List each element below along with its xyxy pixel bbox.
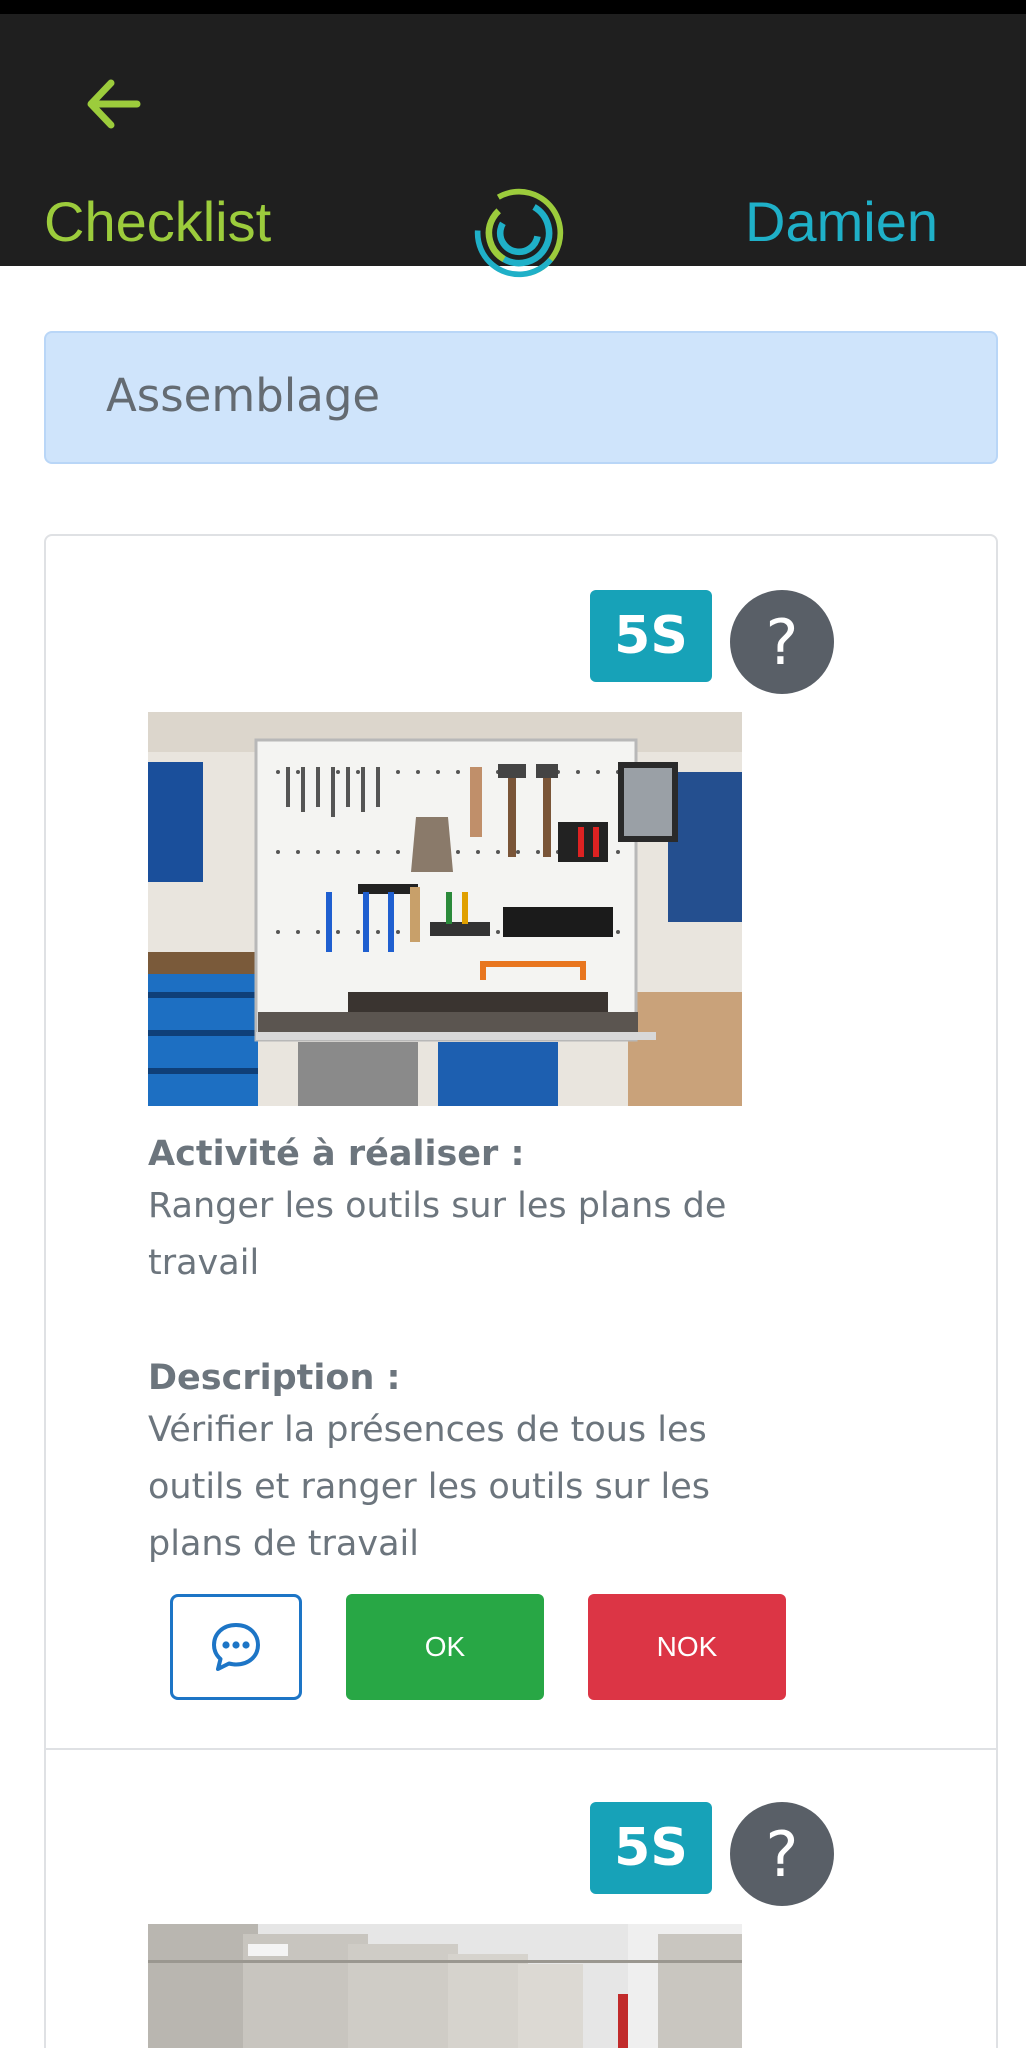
comment-button[interactable] — [170, 1594, 302, 1700]
category-badge: 5S — [590, 590, 712, 682]
description-label: Description : — [148, 1358, 401, 1398]
app-header: Checklist Damien — [0, 14, 1026, 278]
status-bar — [0, 0, 1026, 14]
section-header: Assemblage — [44, 331, 998, 464]
checklist-card: 5S ? Activité à réaliser: Ranger les ou… — [44, 534, 998, 2048]
page-title: Checklist — [44, 190, 272, 253]
activity-text: Ranger les outils sur les plans de trava… — [148, 1186, 727, 1283]
task-photo[interactable] — [148, 712, 742, 1106]
user-name[interactable]: Damien — [745, 189, 938, 254]
arrow-left-icon — [87, 79, 141, 129]
category-badge: 5S — [590, 1802, 712, 1894]
section-title: Assemblage — [106, 369, 381, 422]
ok-button[interactable]: OK — [346, 1594, 544, 1700]
nok-button[interactable]: NOK — [588, 1594, 786, 1700]
help-button[interactable]: ? — [730, 1802, 834, 1906]
activity-label: Activité à réaliser : — [148, 1134, 525, 1174]
task-photo[interactable] — [148, 1924, 742, 2048]
chat-bubble-icon — [212, 1623, 260, 1671]
back-button[interactable] — [78, 69, 148, 139]
item-divider — [46, 1748, 996, 1750]
description-text: Vérifier la présences de tous les outils… — [148, 1410, 710, 1564]
app-logo — [474, 188, 564, 278]
help-button[interactable]: ? — [730, 590, 834, 694]
